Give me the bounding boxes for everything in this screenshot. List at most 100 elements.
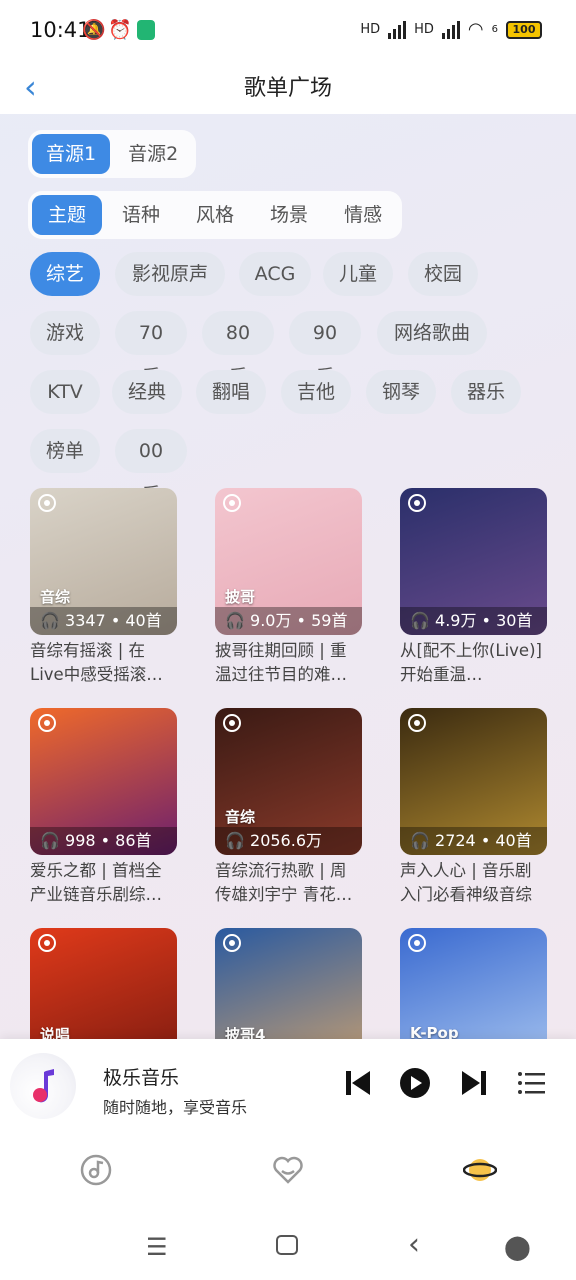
playlist-cover: 🎧 998 • 86首 — [30, 708, 177, 855]
player-track-name: 极乐音乐 — [103, 1067, 180, 1089]
song-count: 40首 — [125, 611, 162, 630]
play-stats: 🎧 9.0万 • 59首 — [215, 607, 362, 635]
category-tabs: 主题 语种 风格 场景 情感 — [28, 191, 403, 239]
tag-chip[interactable]: 榜单 — [30, 429, 100, 473]
song-count: 40首 — [495, 831, 532, 850]
tag-chip[interactable]: 综艺 — [30, 252, 100, 296]
song-count: 30首 — [496, 611, 533, 630]
play-count: 3347 — [65, 611, 106, 630]
menu-icon[interactable]: ☰ — [146, 1233, 168, 1261]
song-count: 86首 — [115, 831, 152, 850]
bottom-nav — [0, 1135, 576, 1205]
discover-planet-icon[interactable] — [463, 1153, 497, 1187]
playlist-title: 爱乐之都 | 首档全产业链音乐剧综… — [30, 861, 162, 904]
app-logo-icon — [223, 714, 241, 732]
tag-chip[interactable]: 网络歌曲 — [377, 311, 487, 355]
previous-button[interactable] — [342, 1067, 374, 1099]
mute-bell-icon: 🔕 — [82, 19, 106, 41]
home-icon[interactable] — [276, 1235, 298, 1255]
tag-chip[interactable]: 90后 — [289, 311, 361, 388]
cover-tag: 音综 — [225, 808, 256, 826]
tab-source-2[interactable]: 音源2 — [114, 134, 192, 174]
player-album-art[interactable] — [10, 1053, 76, 1119]
app-logo-icon — [408, 714, 426, 732]
tag-chip[interactable]: 80后 — [202, 311, 274, 388]
play-button[interactable] — [399, 1067, 431, 1099]
playlist-card[interactable]: 🎧 998 • 86首 爱乐之都 | 首档全产业链音乐剧综… — [30, 708, 177, 907]
play-stats: 🎧 2724 • 40首 — [400, 827, 547, 855]
tag-chip[interactable]: 翻唱 — [196, 370, 266, 414]
play-count: 998 — [65, 831, 96, 850]
system-nav: ☰ ‹ ⬤ — [0, 1205, 576, 1280]
tag-chip[interactable]: 影视原声 — [115, 252, 225, 296]
tab-emotion[interactable]: 情感 — [328, 195, 398, 235]
tag-chip[interactable]: 校园 — [408, 252, 478, 296]
app-logo-icon — [408, 494, 426, 512]
app-logo-icon — [38, 714, 56, 732]
assistant-icon[interactable]: ⬤ — [504, 1233, 531, 1261]
tag-chip[interactable]: 器乐 — [451, 370, 521, 414]
app-header: ‹ 歌单广场 — [0, 60, 576, 114]
tag-chip[interactable]: 钢琴 — [366, 370, 436, 414]
tab-style[interactable]: 风格 — [180, 195, 250, 235]
playlist-cover: 音综 🎧 3347 • 40首 — [30, 488, 177, 635]
wifi-badge: 6 — [491, 24, 498, 35]
status-bar: 10:41 🔕 ⏰ HD HD ◠ 6 100 — [0, 0, 576, 60]
playlist-card[interactable]: 🎧 4.9万 • 30首 从[配不上你(Live)]开始重温… — [400, 488, 547, 687]
app-logo-icon — [38, 494, 56, 512]
app-logo-icon — [223, 494, 241, 512]
app-logo-icon — [223, 934, 241, 952]
app-logo-icon — [408, 934, 426, 952]
playlist-title: 声入人心 | 音乐剧入门必看神级音综 — [400, 861, 532, 904]
wifi-icon: ◠ — [467, 19, 484, 40]
music-note-icon — [33, 1069, 54, 1103]
signal-icon-2 — [441, 20, 460, 39]
net-hd-label: HD — [360, 22, 381, 37]
playlist-card[interactable]: 🎧 2724 • 40首 声入人心 | 音乐剧入门必看神级音综 — [400, 708, 547, 907]
song-count: 59首 — [311, 611, 348, 630]
playlist-title: 音综流行热歌 | 周传雄刘宇宁 青花… — [215, 861, 353, 904]
tag-chip[interactable]: 00后 — [115, 429, 187, 506]
signal-icon — [388, 20, 407, 39]
tab-scene[interactable]: 场景 — [254, 195, 324, 235]
playlist-card[interactable]: 音综 🎧 3347 • 40首 音综有摇滚 | 在Live中感受摇滚… — [30, 488, 177, 687]
tag-chip[interactable]: 儿童 — [323, 252, 393, 296]
source-tabs: 音源1 音源2 — [28, 130, 197, 178]
tag-chip[interactable]: 游戏 — [30, 311, 100, 355]
tab-language[interactable]: 语种 — [106, 195, 176, 235]
page-title: 歌单广场 — [243, 76, 332, 101]
shield-icon — [137, 20, 155, 40]
play-stats: 🎧 4.9万 • 30首 — [400, 607, 547, 635]
play-stats: 🎧 998 • 86首 — [30, 827, 177, 855]
cover-tag: 披哥 — [225, 588, 256, 606]
playlist-cover: 披哥 🎧 9.0万 • 59首 — [215, 488, 362, 635]
play-stats: 🎧 2056.6万 — [215, 827, 362, 855]
playlist-title: 音综有摇滚 | 在Live中感受摇滚… — [30, 641, 163, 684]
player-subtitle: 随时随地，享受音乐 — [103, 1098, 248, 1117]
tag-chip[interactable]: 吉他 — [281, 370, 351, 414]
tab-source-1[interactable]: 音源1 — [32, 134, 111, 174]
next-button[interactable] — [458, 1067, 490, 1099]
favorites-heart-icon[interactable] — [271, 1153, 305, 1187]
tag-chip[interactable]: ACG — [239, 252, 311, 296]
playlist-card[interactable]: 音综 🎧 2056.6万 音综流行热歌 | 周传雄刘宇宁 青花… — [215, 708, 362, 907]
alarm-icon: ⏰ — [108, 19, 132, 41]
mini-player[interactable]: 极乐音乐 随时随地，享受音乐 — [0, 1039, 576, 1135]
battery-icon: 100 — [506, 20, 542, 39]
playlist-card[interactable]: 披哥 🎧 9.0万 • 59首 披哥往期回顾 | 重温过往节目的难… — [215, 488, 362, 687]
play-stats: 🎧 3347 • 40首 — [30, 607, 177, 635]
music-disc-icon[interactable] — [79, 1153, 113, 1187]
back-nav-icon[interactable]: ‹ — [408, 1227, 420, 1262]
playlist-title: 披哥往期回顾 | 重温过往节目的难… — [215, 641, 347, 684]
playlist-cover: 音综 🎧 2056.6万 — [215, 708, 362, 855]
tag-chip[interactable]: KTV — [30, 370, 100, 414]
play-count: 4.9万 — [435, 611, 477, 630]
playlist-queue-button[interactable] — [516, 1067, 548, 1099]
tag-chip[interactable]: 70后 — [115, 311, 187, 388]
playlist-cover: 🎧 4.9万 • 30首 — [400, 488, 547, 635]
app-logo-icon — [38, 934, 56, 952]
net-hd-label-2: HD — [414, 22, 434, 37]
tab-theme[interactable]: 主题 — [32, 195, 103, 235]
play-count: 2056.6万 — [250, 831, 323, 850]
tag-chip[interactable]: 经典 — [112, 370, 182, 414]
